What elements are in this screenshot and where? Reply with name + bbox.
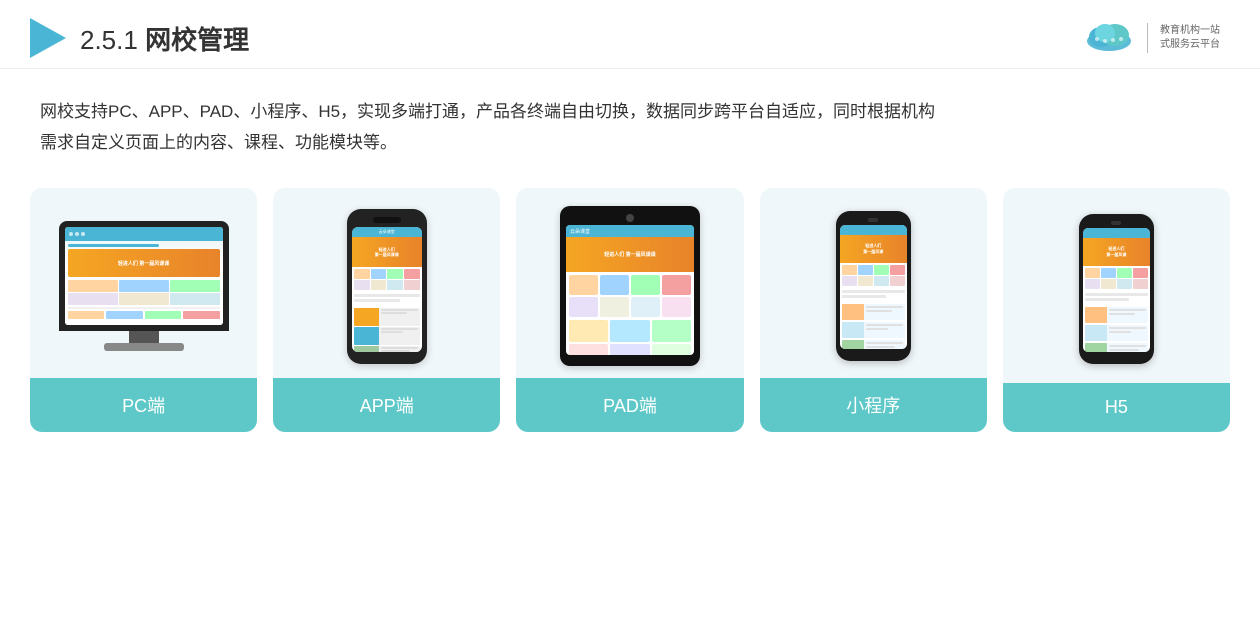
header: 2.5.1 网校管理 教育机构一站 式服务云平台: [0, 0, 1260, 69]
pc-monitor: 轻进人们 第一届风课课: [59, 221, 229, 331]
app-image-area: 云朵课堂 轻进人们第一届风课课: [273, 188, 500, 378]
pc-screen: 轻进人们 第一届风课课: [65, 227, 223, 325]
brand-logo: 教育机构一站 式服务云平台: [1083, 19, 1220, 57]
logo-divider: [1147, 23, 1148, 53]
app-card: 云朵课堂 轻进人们第一届风课课: [273, 188, 500, 432]
pc-stand-base: [104, 343, 184, 351]
h5-card: 轻进人们第一届风课: [1003, 188, 1230, 432]
page-title: 2.5.1 网校管理: [80, 20, 249, 57]
description-line2: 需求自定义页面上的内容、课程、功能模块等。: [40, 128, 1220, 159]
app-phone-screen: 云朵课堂 轻进人们第一届风课课: [352, 227, 422, 352]
pc-image-area: 轻进人们 第一届风课课: [30, 188, 257, 378]
h5-screen: 轻进人们第一届风课: [1083, 228, 1150, 352]
pc-mockup: 轻进人们 第一届风课课: [59, 221, 229, 351]
pad-label: PAD端: [516, 378, 743, 432]
h5-camera: [1111, 221, 1121, 225]
app-label: APP端: [273, 378, 500, 432]
app-phone-mockup: 云朵课堂 轻进人们第一届风课课: [347, 209, 427, 364]
mini-screen: 轻进人们第一届风课: [840, 225, 907, 349]
pc-card: 轻进人们 第一届风课课: [30, 188, 257, 432]
h5-phone-mockup: 轻进人们第一届风课: [1079, 214, 1154, 364]
phone-notch: [373, 217, 401, 223]
pad-image-area: 云朵课堂 轻进人们 第一届风课课: [516, 188, 743, 378]
miniprogram-card: 轻进人们第一届风课: [760, 188, 987, 432]
pc-label: PC端: [30, 378, 257, 432]
pad-tablet-screen: 云朵课堂 轻进人们 第一届风课课: [566, 225, 694, 355]
mini-camera: [868, 218, 878, 222]
h5-image-area: 轻进人们第一届风课: [1003, 188, 1230, 383]
miniprogram-label: 小程序: [760, 378, 987, 432]
header-left: 2.5.1 网校管理: [30, 18, 249, 58]
miniprogram-phone-mockup: 轻进人们第一届风课: [836, 211, 911, 361]
pad-card: 云朵课堂 轻进人们 第一届风课课: [516, 188, 743, 432]
logo-tagline: 教育机构一站 式服务云平台: [1160, 24, 1220, 52]
device-cards-section: 轻进人们 第一届风课课: [0, 178, 1260, 452]
brand-triangle-icon: [30, 18, 66, 58]
h5-label: H5: [1003, 383, 1230, 432]
pad-tablet-mockup: 云朵课堂 轻进人们 第一届风课课: [560, 206, 700, 366]
description-block: 网校支持PC、APP、PAD、小程序、H5，实现多端打通，产品各终端自由切换，数…: [0, 69, 1260, 178]
tablet-home-btn: [626, 214, 634, 222]
cloud-logo-icon: [1083, 19, 1135, 57]
description-line1: 网校支持PC、APP、PAD、小程序、H5，实现多端打通，产品各终端自由切换，数…: [40, 97, 1220, 128]
miniprogram-image-area: 轻进人们第一届风课: [760, 188, 987, 378]
pc-stand-neck: [129, 331, 159, 343]
